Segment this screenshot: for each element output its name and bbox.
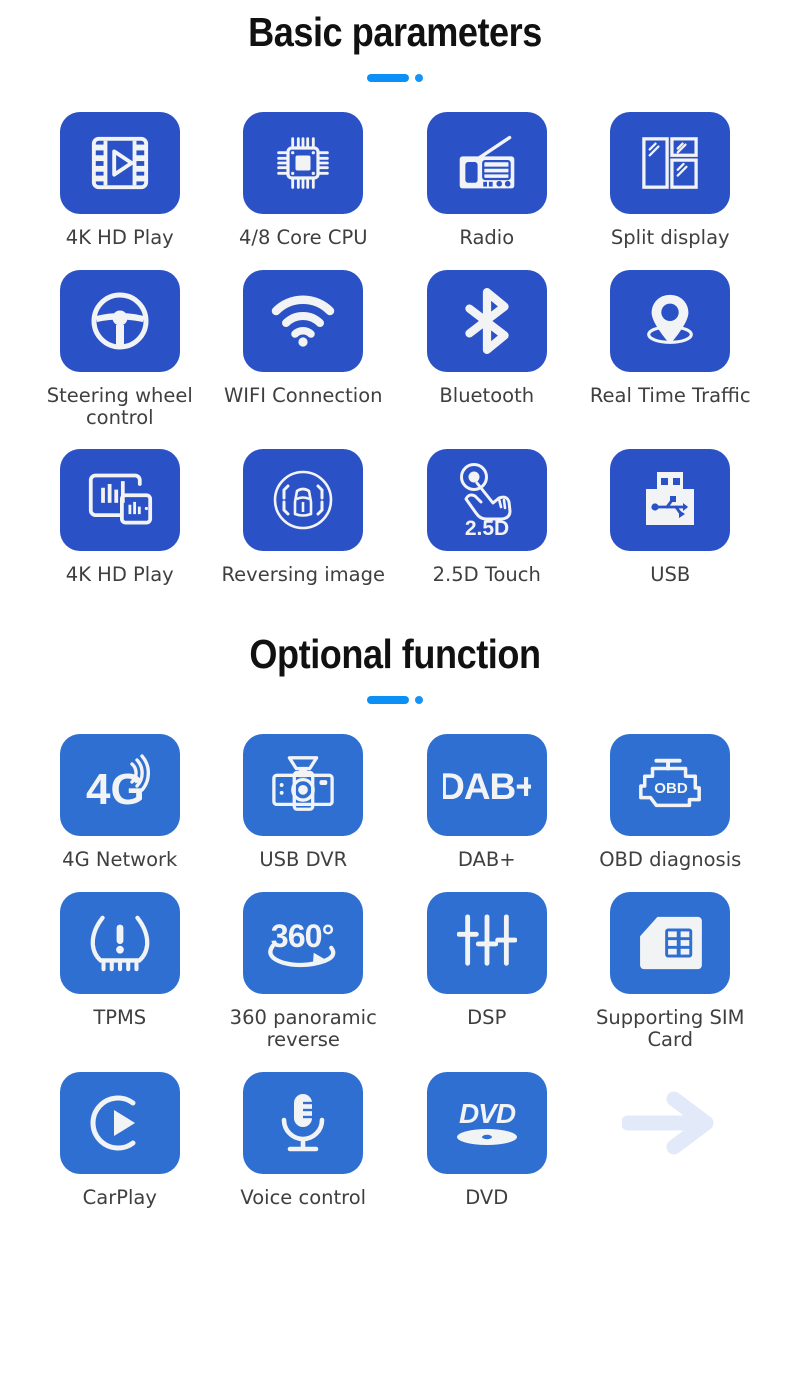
- feature-usb[interactable]: USB: [579, 449, 763, 586]
- sim-card-icon: [610, 892, 731, 995]
- feature-supporting-sim-card[interactable]: Supporting SIM Card: [579, 892, 763, 1051]
- feature-label: DAB+: [457, 848, 516, 872]
- feature-25d-touch[interactable]: 2.5D 2.5D Touch: [395, 449, 579, 586]
- 360-badge-text: 360°: [271, 918, 334, 954]
- optional-row-2: TPMS 360° 360 panoramic reverse DSP Supp…: [0, 892, 790, 1051]
- feature-tpms[interactable]: TPMS: [28, 892, 212, 1051]
- feature-dvd[interactable]: DVD DVD: [395, 1071, 579, 1209]
- feature-label: DSP: [467, 1006, 507, 1030]
- divider-dot: [415, 74, 423, 82]
- equalizer-sliders-icon: [426, 892, 547, 995]
- divider-dot: [415, 696, 423, 705]
- feature-dsp[interactable]: DSP: [395, 892, 579, 1051]
- touch-hand-icon: 2.5D: [426, 449, 547, 552]
- dashcam-icon: [243, 734, 364, 837]
- divider-bar: [367, 74, 409, 82]
- feature-label: OBD diagnosis: [599, 848, 742, 872]
- basic-row-2: Steering wheel control WIFI Connection B…: [0, 269, 790, 429]
- dab-badge-text: DAB+: [443, 766, 531, 807]
- page-title-optional: Optional function: [249, 631, 541, 678]
- bluetooth-icon: [426, 269, 547, 372]
- feature-label: Real Time Traffic: [589, 383, 751, 407]
- 4g-signal-icon: 4G: [59, 734, 180, 837]
- feature-4k-hd-play-mirror[interactable]: 4K HD Play: [28, 449, 212, 586]
- steering-wheel-icon: [59, 269, 180, 372]
- feature-label: Reversing image: [221, 563, 385, 587]
- feature-label: 360 panoramic reverse: [229, 1006, 377, 1051]
- feature-label: 2.5D Touch: [432, 563, 541, 587]
- feature-label: Steering wheel control: [46, 383, 193, 429]
- reversing-camera-icon: [243, 449, 364, 552]
- feature-specs-page: Basic parameters 4K HD Play 4/8 Core CPU…: [0, 0, 790, 1395]
- arrow-right-icon: [610, 1072, 730, 1174]
- carplay-icon: [59, 1071, 180, 1174]
- feature-label: Supporting SIM Card: [596, 1006, 745, 1051]
- feature-bluetooth[interactable]: Bluetooth: [395, 269, 579, 429]
- feature-label: 4G Network: [62, 848, 178, 872]
- optional-row-3: CarPlay Voice control DVD DVD: [0, 1071, 790, 1209]
- feature-split-display[interactable]: Split display: [579, 112, 763, 249]
- feature-steering-wheel-control[interactable]: Steering wheel control: [28, 269, 212, 429]
- optional-row-1: 4G 4G Network USB DVR DAB+ DAB+ OBD OBD …: [0, 734, 790, 871]
- feature-label: 4/8 Core CPU: [238, 226, 368, 249]
- basic-row-1: 4K HD Play 4/8 Core CPU Radio Split disp…: [0, 112, 790, 249]
- feature-label: Bluetooth: [439, 383, 535, 407]
- feature-dab-plus[interactable]: DAB+ DAB+: [395, 734, 579, 871]
- feature-4g-network[interactable]: 4G 4G Network: [28, 734, 212, 871]
- feature-label: 4K HD Play: [65, 226, 174, 249]
- feature-wifi-connection[interactable]: WIFI Connection: [212, 269, 396, 429]
- feature-reversing-image[interactable]: Reversing image: [212, 449, 396, 586]
- optional-function-header: Optional function: [0, 586, 790, 705]
- map-pin-icon: [610, 269, 731, 372]
- cpu-chip-icon: [243, 112, 364, 214]
- radio-icon: [426, 112, 547, 214]
- feature-voice-control[interactable]: Voice control: [212, 1071, 396, 1209]
- feature-label: TPMS: [93, 1006, 147, 1030]
- title-divider-optional: [0, 695, 790, 705]
- divider-bar: [367, 696, 409, 705]
- film-play-icon: [59, 112, 180, 214]
- feature-label: WIFI Connection: [223, 383, 383, 407]
- microphone-icon: [243, 1071, 364, 1174]
- feature-usb-dvr[interactable]: USB DVR: [212, 734, 396, 871]
- basic-parameters-header: Basic parameters: [0, 0, 790, 83]
- feature-core-cpu[interactable]: 4/8 Core CPU: [212, 112, 396, 249]
- dvd-disc-icon: DVD: [426, 1071, 547, 1174]
- feature-label: Voice control: [240, 1185, 367, 1209]
- dvd-badge-text: DVD: [459, 1098, 516, 1129]
- feature-label: 4K HD Play: [65, 563, 174, 587]
- feature-label: DVD: [465, 1185, 509, 1209]
- wifi-icon: [243, 269, 364, 372]
- feature-label: Radio: [459, 226, 515, 249]
- tire-pressure-icon: [59, 892, 180, 995]
- split-display-icon: [610, 112, 731, 214]
- feature-360-panoramic-reverse[interactable]: 360° 360 panoramic reverse: [212, 892, 396, 1051]
- feature-real-time-traffic[interactable]: Real Time Traffic: [579, 269, 763, 429]
- engine-obd-icon: OBD: [610, 734, 731, 837]
- touch-badge-text: 2.5D: [465, 517, 509, 539]
- dab-plus-icon: DAB+: [426, 734, 547, 837]
- feature-radio[interactable]: Radio: [395, 112, 579, 249]
- obd-badge-text: OBD: [655, 780, 689, 797]
- title-divider-basic: [0, 73, 790, 83]
- page-title-basic: Basic parameters: [248, 9, 542, 55]
- screen-mirror-icon: [59, 449, 180, 552]
- feature-label: Split display: [610, 226, 730, 249]
- feature-label: USB: [650, 563, 691, 587]
- basic-row-3: 4K HD Play Reversing image 2.5D 2.5D Tou…: [0, 449, 790, 586]
- feature-carplay[interactable]: CarPlay: [28, 1071, 212, 1209]
- next-page-arrow[interactable]: [579, 1072, 763, 1209]
- 360-degree-icon: 360°: [243, 892, 364, 995]
- usb-drive-icon: [610, 449, 731, 552]
- feature-obd-diagnosis[interactable]: OBD OBD diagnosis: [579, 734, 763, 871]
- feature-label: USB DVR: [259, 848, 348, 872]
- feature-label: CarPlay: [82, 1185, 157, 1209]
- feature-4k-hd-play[interactable]: 4K HD Play: [28, 112, 212, 249]
